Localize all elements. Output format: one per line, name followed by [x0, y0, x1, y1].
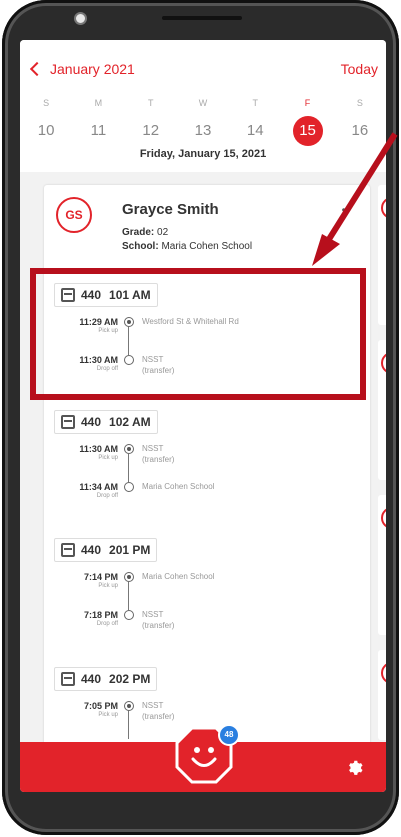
notification-badge: 48 [218, 724, 240, 746]
stop-node [124, 701, 134, 711]
stop-type: Pick up [98, 712, 118, 718]
stop-type: Drop off [96, 493, 118, 499]
next-student-card[interactable] [378, 340, 386, 480]
student-grade: Grade: 02 [122, 227, 168, 238]
day-of-week: T [252, 98, 259, 108]
trip-name: 202 PM [109, 672, 151, 686]
day-of-week: S [43, 98, 50, 108]
stop-row: 11:34 AM Drop off Maria Cohen School [54, 482, 354, 520]
stop-time: 7:18 PM [83, 610, 118, 620]
bus-icon [61, 543, 75, 557]
month-label: January 2021 [50, 61, 135, 77]
trip-card[interactable]: 440 102 AM 11:30 AM Pick up NSST (transf… [54, 410, 354, 520]
day-thu[interactable]: T 14 [229, 98, 281, 146]
stop-place: NSST [142, 444, 164, 453]
student-school: School: Maria Cohen School [122, 241, 252, 252]
day-of-week: T [147, 98, 154, 108]
day-number: 12 [142, 122, 160, 139]
trip-name: 102 AM [109, 415, 151, 429]
student-avatar: GS [56, 197, 92, 233]
stop-subtext: (transfer) [142, 712, 175, 721]
trip-card[interactable]: 440 201 PM 7:14 PM Pick up Maria Cohen S… [54, 538, 354, 648]
day-mon[interactable]: M 11 [72, 98, 124, 146]
day-number: 10 [37, 122, 55, 139]
route-chip: 440 202 PM [54, 667, 158, 691]
day-tue[interactable]: T 12 [125, 98, 177, 146]
route-line [128, 454, 129, 482]
chevron-left-icon [29, 61, 45, 77]
avatar [381, 507, 386, 529]
day-number: 14 [246, 122, 264, 139]
stop-place: Maria Cohen School [142, 482, 215, 491]
day-wed[interactable]: W 13 [177, 98, 229, 146]
route-number: 440 [81, 543, 102, 557]
stop-node [124, 610, 134, 620]
day-of-week: S [356, 98, 363, 108]
stop-type: Drop off [96, 621, 118, 627]
stop-type: Pick up [98, 455, 118, 461]
day-number: 11 [90, 122, 107, 139]
camera-icon [74, 12, 87, 25]
next-student-card[interactable] [378, 650, 386, 740]
day-of-week: M [94, 98, 103, 108]
next-student-card[interactable] [378, 495, 386, 635]
day-number: 13 [194, 122, 212, 139]
stop-row: 11:30 AM Pick up NSST (transfer) [54, 444, 354, 482]
stop-time: 11:30 AM [79, 444, 118, 454]
stop-row: 7:14 PM Pick up Maria Cohen School [54, 572, 354, 610]
trip-name: 201 PM [109, 543, 151, 557]
stop-place: NSST [142, 610, 164, 619]
annotation-arrow-icon [312, 132, 398, 266]
grade-value: 02 [157, 227, 169, 238]
month-selector[interactable]: January 2021 [29, 61, 135, 77]
day-of-week: W [198, 98, 208, 108]
student-name: Grayce Smith [122, 201, 219, 218]
stop-time: 11:34 AM [79, 482, 118, 492]
speaker-grille [162, 16, 242, 20]
stop-time: 7:05 PM [83, 701, 118, 711]
bus-icon [61, 672, 75, 686]
gear-icon[interactable] [344, 757, 364, 777]
stop-place: NSST [142, 701, 164, 710]
today-button[interactable]: Today [341, 61, 378, 77]
school-label: School: [122, 241, 159, 252]
stop-subtext: (transfer) [142, 621, 175, 630]
stop-time: 7:14 PM [83, 572, 118, 582]
highlight-box [30, 268, 366, 400]
stop-row: 7:18 PM Drop off NSST (transfer) [54, 610, 354, 648]
stop-place: Maria Cohen School [142, 572, 215, 581]
route-chip: 440 102 AM [54, 410, 158, 434]
route-chip: 440 201 PM [54, 538, 158, 562]
bus-icon [61, 415, 75, 429]
avatar [381, 352, 386, 374]
route-number: 440 [81, 672, 102, 686]
day-of-week: F [304, 98, 311, 108]
route-line [128, 711, 129, 739]
stop-node [124, 482, 134, 492]
avatar [381, 662, 386, 684]
stop-subtext: (transfer) [142, 455, 175, 464]
grade-label: Grade: [122, 227, 155, 238]
day-sun[interactable]: S 10 [20, 98, 72, 146]
route-number: 440 [81, 415, 102, 429]
route-line [128, 582, 129, 610]
stop-node [124, 444, 134, 454]
phone-top-bezel [2, 0, 399, 40]
stop-type: Pick up [98, 583, 118, 589]
school-value: Maria Cohen School [161, 241, 253, 252]
stop-node [124, 572, 134, 582]
